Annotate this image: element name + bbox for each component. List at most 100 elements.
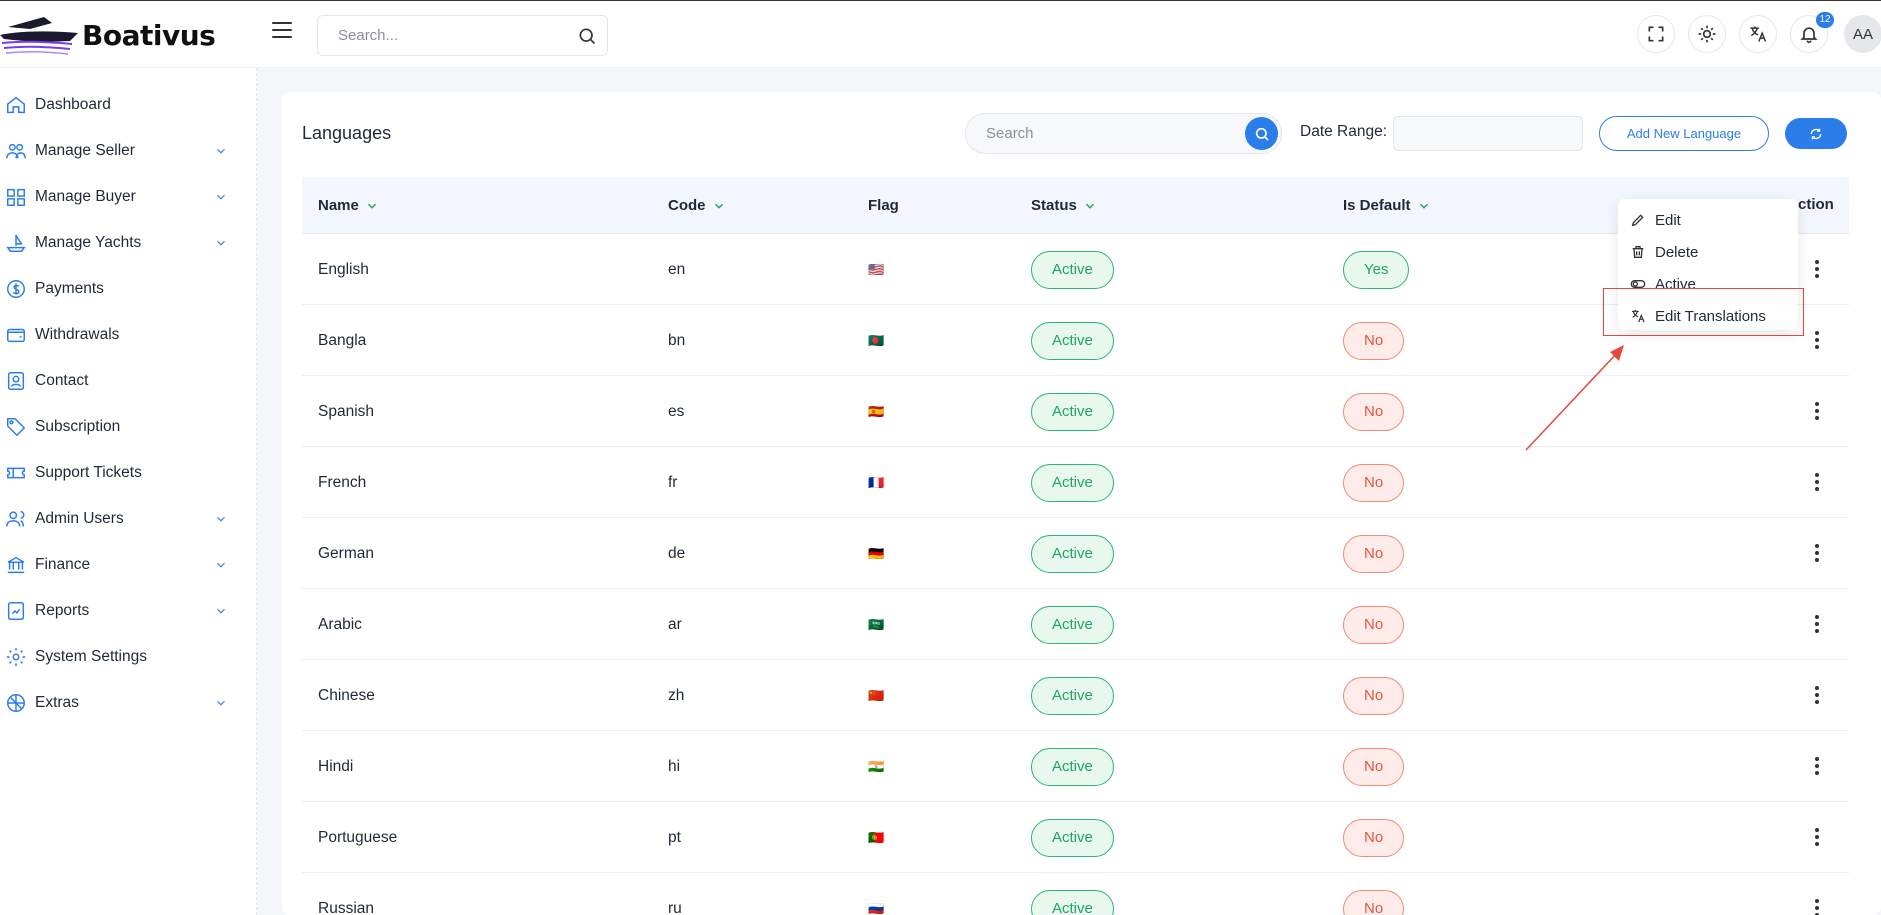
menu-toggle-button[interactable] bbox=[272, 22, 292, 40]
date-range-input[interactable] bbox=[1393, 116, 1583, 151]
sidebar-item-payments[interactable]: Payments bbox=[0, 269, 240, 309]
cell-flag: 🇪🇸 bbox=[868, 403, 886, 419]
cell-status: Active bbox=[1031, 802, 1114, 873]
chevron-down-icon bbox=[217, 240, 225, 246]
sidebar-item-manage-seller[interactable]: Manage Seller bbox=[0, 131, 240, 171]
chevron-down-icon bbox=[217, 194, 225, 200]
default-badge: No bbox=[1343, 463, 1405, 502]
sidebar-item-manage-buyer[interactable]: Manage Buyer bbox=[0, 177, 240, 217]
more-vertical-icon[interactable] bbox=[1811, 400, 1823, 422]
sidebar-item-dashboard[interactable]: Dashboard bbox=[0, 85, 240, 125]
more-vertical-icon[interactable] bbox=[1811, 329, 1823, 351]
sidebar-item-withdrawals[interactable]: Withdrawals bbox=[0, 315, 240, 355]
cell-is-default: No bbox=[1343, 447, 1405, 518]
more-vertical-icon[interactable] bbox=[1811, 258, 1823, 280]
cell-is-default: No bbox=[1343, 660, 1405, 731]
more-vertical-icon[interactable] bbox=[1811, 897, 1823, 915]
cell-code: hi bbox=[668, 757, 681, 775]
cell-name: Portuguese bbox=[318, 828, 398, 846]
cell-name: English bbox=[318, 260, 369, 278]
cell-code: ru bbox=[668, 899, 682, 915]
sun-icon bbox=[1698, 25, 1716, 43]
date-range-label: Date Range: bbox=[1300, 123, 1388, 140]
column-header-label: Is Default bbox=[1343, 197, 1411, 214]
column-header-code[interactable]: Code bbox=[668, 177, 726, 234]
sidebar-item-label: System Settings bbox=[35, 648, 147, 665]
cell-status: Active bbox=[1031, 731, 1114, 802]
sidebar-item-contact[interactable]: Contact bbox=[0, 361, 240, 401]
sidebar-item-support-tickets[interactable]: Support Tickets bbox=[0, 453, 240, 493]
cell-is-default: No bbox=[1343, 589, 1405, 660]
default-badge: No bbox=[1343, 818, 1405, 857]
sidebar-item-system-settings[interactable]: System Settings bbox=[0, 637, 240, 677]
home-icon bbox=[7, 96, 25, 114]
default-badge: No bbox=[1343, 534, 1405, 573]
cell-flag: 🇮🇳 bbox=[868, 758, 886, 774]
column-header-name[interactable]: Name bbox=[318, 177, 379, 234]
tag-icon bbox=[7, 418, 26, 437]
annotation-arrow-icon bbox=[1525, 345, 1624, 451]
cell-is-default: No bbox=[1343, 305, 1405, 376]
cell-code: en bbox=[668, 260, 686, 278]
status-badge: Active bbox=[1031, 889, 1114, 915]
table-row: French fr 🇫🇷 Active No bbox=[302, 447, 1849, 518]
more-vertical-icon[interactable] bbox=[1811, 755, 1823, 777]
status-badge: Active bbox=[1031, 321, 1114, 360]
yacht-logo-icon bbox=[0, 17, 78, 55]
more-vertical-icon[interactable] bbox=[1811, 613, 1823, 635]
table-row: Portuguese pt 🇵🇹 Active No bbox=[302, 802, 1849, 873]
more-vertical-icon[interactable] bbox=[1811, 826, 1823, 848]
column-header-status[interactable]: Status bbox=[1031, 177, 1097, 234]
language-search-input[interactable] bbox=[966, 114, 1226, 153]
sidebar-item-reports[interactable]: Reports bbox=[0, 591, 240, 631]
sidebar-item-label: Contact bbox=[35, 372, 89, 389]
sort-chevron-icon bbox=[367, 203, 376, 209]
sidebar-item-label: Manage Seller bbox=[35, 142, 135, 159]
wallet-icon bbox=[7, 328, 25, 343]
bank-icon bbox=[7, 556, 25, 574]
menu-item-delete[interactable]: Delete bbox=[1630, 239, 1698, 265]
more-vertical-icon[interactable] bbox=[1811, 471, 1823, 493]
sort-chevron-icon bbox=[1085, 203, 1094, 209]
trash-icon bbox=[1632, 246, 1644, 258]
search-button[interactable] bbox=[1245, 117, 1278, 150]
logo[interactable]: Boativus bbox=[0, 13, 216, 57]
status-badge: Active bbox=[1031, 463, 1114, 502]
chevron-down-icon bbox=[217, 608, 225, 614]
user-avatar[interactable]: AA bbox=[1844, 15, 1881, 53]
status-badge: Active bbox=[1031, 818, 1114, 857]
sidebar-item-label: Reports bbox=[35, 602, 90, 619]
sidebar-item-extras[interactable]: Extras bbox=[0, 683, 240, 723]
global-search-input[interactable] bbox=[318, 16, 558, 55]
table-row: Chinese zh 🇨🇳 Active No bbox=[302, 660, 1849, 731]
add-new-language-button[interactable]: Add New Language bbox=[1599, 116, 1769, 151]
language-button[interactable] bbox=[1739, 15, 1777, 53]
default-badge: No bbox=[1343, 392, 1405, 431]
menu-item-edit[interactable]: Edit bbox=[1630, 207, 1681, 233]
more-vertical-icon[interactable] bbox=[1811, 684, 1823, 706]
cell-status: Active bbox=[1031, 234, 1114, 305]
sidebar-item-admin-users[interactable]: Admin Users bbox=[0, 499, 240, 539]
sidebar-item-subscription[interactable]: Subscription bbox=[0, 407, 240, 447]
sidebar-item-label: Withdrawals bbox=[35, 326, 120, 343]
cell-is-default: No bbox=[1343, 873, 1405, 915]
sidebar-item-manage-yachts[interactable]: Manage Yachts bbox=[0, 223, 240, 263]
cell-flag: 🇫🇷 bbox=[868, 474, 886, 490]
search-icon[interactable] bbox=[577, 26, 597, 46]
cell-name: Arabic bbox=[318, 615, 362, 633]
chevron-down-icon bbox=[217, 700, 225, 706]
sidebar-item-finance[interactable]: Finance bbox=[0, 545, 240, 585]
theme-toggle-button[interactable] bbox=[1688, 15, 1726, 53]
more-vertical-icon[interactable] bbox=[1811, 542, 1823, 564]
cell-code: de bbox=[668, 544, 686, 562]
column-header-is-default[interactable]: Is Default bbox=[1343, 177, 1431, 234]
sidebar-item-label: Manage Yachts bbox=[35, 234, 142, 251]
page-title: Languages bbox=[302, 123, 392, 143]
pencil-icon bbox=[1631, 214, 1644, 227]
refresh-button[interactable] bbox=[1785, 118, 1847, 149]
sidebar-item-label: Finance bbox=[35, 556, 91, 573]
table-row: Russian ru 🇷🇺 Active No bbox=[302, 873, 1849, 915]
status-badge: Active bbox=[1031, 676, 1114, 715]
fullscreen-button[interactable] bbox=[1637, 15, 1675, 53]
status-badge: Active bbox=[1031, 392, 1114, 431]
